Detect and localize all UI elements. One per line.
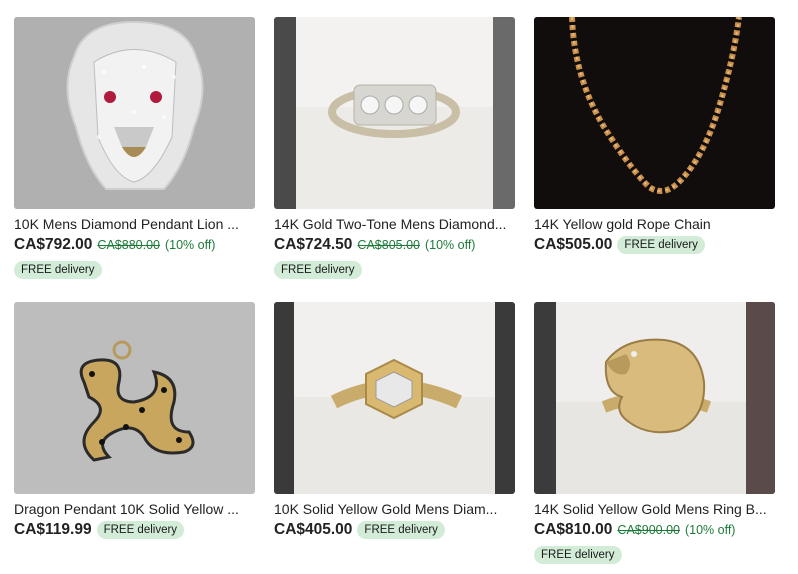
price-line: CA$724.50 CA$805.00 (10% off) xyxy=(274,236,515,254)
listing-price: CA$810.00 xyxy=(534,521,613,538)
listing-title[interactable]: 14K Gold Two-Tone Mens Diamond... xyxy=(274,215,515,233)
original-price: CA$805.00 xyxy=(357,238,420,252)
free-delivery-badge: FREE delivery xyxy=(96,521,185,539)
price-line: CA$810.00 CA$900.00 (10% off) xyxy=(534,521,775,539)
listing-grid: 10K Mens Diamond Pendant Lion ... CA$792… xyxy=(14,17,775,564)
discount-label: (10% off) xyxy=(684,523,736,537)
listing-price: CA$405.00 xyxy=(274,521,353,538)
listing-card[interactable]: 14K Solid Yellow Gold Mens Ring B... CA$… xyxy=(534,302,775,564)
listing-price: CA$724.50 xyxy=(274,236,353,253)
listing-price: CA$119.99 xyxy=(14,521,92,538)
listing-image-lion-pendant[interactable] xyxy=(14,17,255,209)
listing-title[interactable]: Dragon Pendant 10K Solid Yellow ... xyxy=(14,500,255,518)
original-price: CA$900.00 xyxy=(617,523,680,537)
listing-image-hexagon-ring[interactable] xyxy=(274,302,515,494)
discount-label: (10% off) xyxy=(164,238,216,252)
listing-price: CA$792.00 xyxy=(14,236,93,253)
free-delivery-badge: FREE delivery xyxy=(357,521,445,539)
price-line: CA$119.99 FREE delivery xyxy=(14,521,255,539)
listing-image-two-tone-ring[interactable] xyxy=(274,17,515,209)
original-price: CA$880.00 xyxy=(97,238,160,252)
listing-image-dragon-pendant[interactable] xyxy=(14,302,255,494)
listing-card[interactable]: 10K Mens Diamond Pendant Lion ... CA$792… xyxy=(14,17,255,302)
listing-card[interactable]: 10K Solid Yellow Gold Mens Diam... CA$40… xyxy=(274,302,515,564)
listing-price: CA$505.00 xyxy=(534,236,613,253)
listing-title[interactable]: 10K Solid Yellow Gold Mens Diam... xyxy=(274,500,515,518)
listing-title[interactable]: 10K Mens Diamond Pendant Lion ... xyxy=(14,215,255,233)
free-delivery-badge: FREE delivery xyxy=(534,546,622,564)
listing-title[interactable]: 14K Yellow gold Rope Chain xyxy=(534,215,775,233)
free-delivery-badge: FREE delivery xyxy=(274,261,362,279)
price-line: CA$792.00 CA$880.00 (10% off) xyxy=(14,236,255,254)
listing-image-rope-chain[interactable] xyxy=(534,17,775,209)
listing-card[interactable]: 14K Yellow gold Rope Chain CA$505.00 FRE… xyxy=(534,17,775,302)
discount-label: (10% off) xyxy=(424,238,476,252)
price-line: CA$505.00 FREE delivery xyxy=(534,236,775,254)
listing-title[interactable]: 14K Solid Yellow Gold Mens Ring B... xyxy=(534,500,775,518)
free-delivery-badge: FREE delivery xyxy=(617,236,705,254)
listing-image-eagle-ring[interactable] xyxy=(534,302,775,494)
price-line: CA$405.00 FREE delivery xyxy=(274,521,515,539)
listing-card[interactable]: Dragon Pendant 10K Solid Yellow ... CA$1… xyxy=(14,302,255,564)
listing-card[interactable]: 14K Gold Two-Tone Mens Diamond... CA$724… xyxy=(274,17,515,302)
free-delivery-badge: FREE delivery xyxy=(14,261,102,279)
